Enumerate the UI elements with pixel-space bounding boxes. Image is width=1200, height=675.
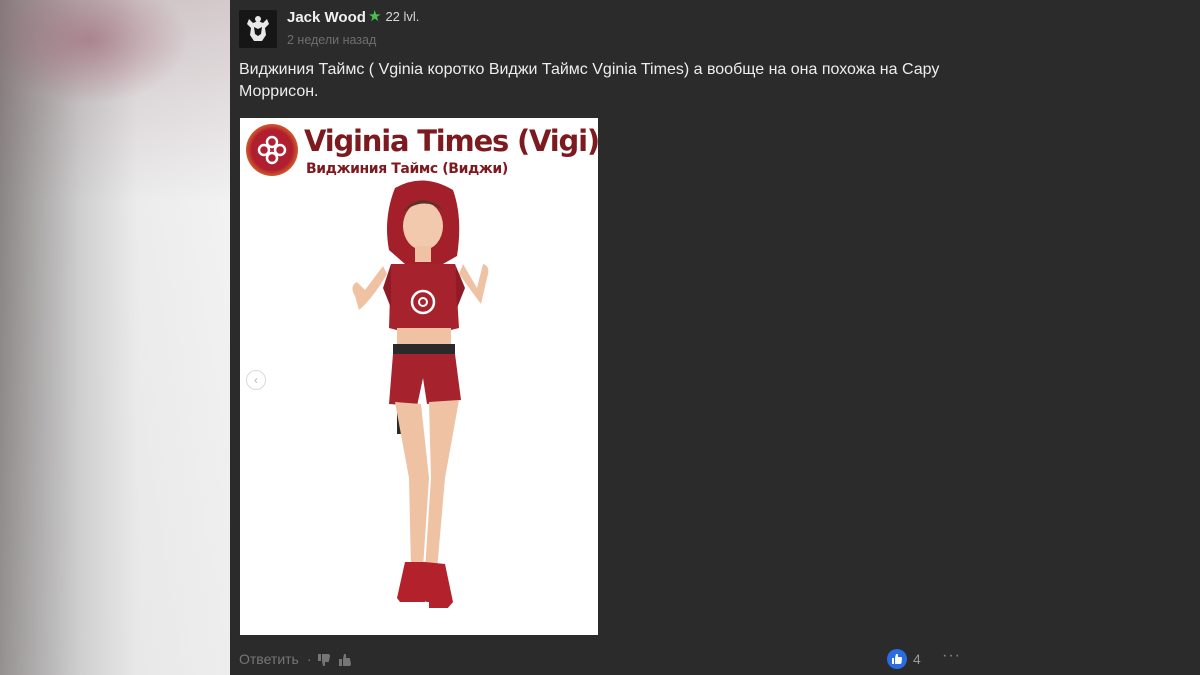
blurred-background: [0, 0, 230, 675]
carousel-prev-button[interactable]: ‹: [246, 370, 266, 390]
character-illustration: [352, 180, 489, 618]
image-subtitle: Виджиния Таймс (Виджи): [306, 161, 508, 177]
author-name[interactable]: Jack Wood: [287, 9, 366, 26]
user-level: ★ 22 lvl.: [368, 9, 419, 24]
avatar[interactable]: [239, 10, 277, 48]
comment-text: Виджиния Таймс ( Vginia коротко Виджи Та…: [239, 61, 940, 100]
separator: ·: [307, 651, 312, 667]
thumbs-up-icon[interactable]: [338, 653, 352, 667]
likes-count: 4: [913, 651, 921, 667]
more-icon[interactable]: ···: [942, 647, 961, 665]
brand-logo: [246, 124, 298, 176]
like-badge-icon[interactable]: [887, 649, 907, 669]
chevron-left-icon: ‹: [254, 373, 258, 387]
image-title: Viginia Times (Vigi): [304, 124, 598, 158]
comment-timestamp[interactable]: 2 недели назад: [287, 33, 376, 47]
comment-footer: Ответить · 4 ···: [239, 647, 961, 671]
comment-image[interactable]: Viginia Times (Vigi) Виджиния Таймс (Вид…: [240, 118, 598, 635]
reply-button[interactable]: Ответить: [239, 651, 299, 667]
thumbs-down-icon[interactable]: [317, 653, 331, 667]
star-icon: ★: [368, 8, 382, 25]
comment-card: Jack Wood ★ 22 lvl. 2 недели назад Виджи…: [230, 0, 1200, 675]
level-label: 22 lvl.: [385, 9, 420, 24]
